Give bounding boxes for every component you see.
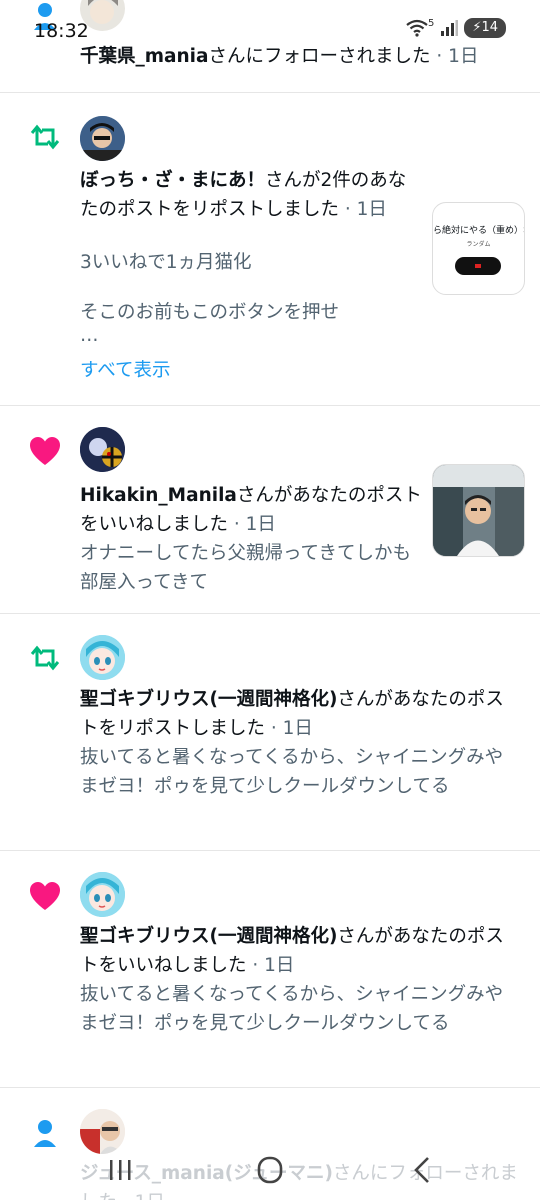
post-preview: 3いいねで1ヵ月猫化 そこのお前もこのボタンを押せ … (80, 248, 420, 345)
system-nav-bar (0, 1140, 540, 1200)
actor-name[interactable]: 聖ゴキブリウス(一週間神格化) (80, 926, 337, 947)
show-all-link[interactable]: すべて表示 (80, 356, 170, 382)
home-icon[interactable] (250, 1152, 290, 1188)
notification-text: 聖ゴキブリウス(一週間神格化)さんがあなたのポストをリポストしました · 1日 (80, 685, 520, 743)
notification-repost[interactable]: ぼっち・ざ・まにあ！さんが2件のあなたのポストをリポストしました · 1日 3い… (0, 92, 540, 406)
notification-text: 聖ゴキブリウス(一週間神格化)さんがあなたのポストをいいねしました · 1日 (80, 922, 520, 980)
thumb-title: ら絶対にやる（重め）ポ (433, 226, 524, 236)
status-bar: 18:32 5 ⚡14 (0, 0, 540, 44)
timestamp: · 1日 (339, 199, 387, 220)
signal-icon (441, 20, 459, 36)
notification-repost[interactable]: 聖ゴキブリウス(一週間神格化)さんがあなたのポストをリポストしました · 1日 … (0, 613, 540, 851)
system-icons: 5 ⚡14 (406, 18, 506, 38)
post-preview: 抜いてると暑くなってくるから、シャイニングみやまゼヨ！ポゥを見て少しクールダウン… (80, 984, 504, 1034)
post-thumbnail[interactable]: ら絶対にやる（重め）ポ ランダム (432, 202, 525, 295)
post-preview: 抜いてると暑くなってくるから、シャイニングみやまゼヨ！ポゥを見て少しクールダウン… (80, 747, 504, 797)
preview-line: 3いいねで1ヵ月猫化 (80, 252, 252, 273)
repost-icon (30, 645, 60, 671)
network-digit: 5 (427, 17, 435, 29)
repost-icon (30, 124, 60, 150)
preview-line: … (80, 325, 99, 346)
notification-like[interactable]: 聖ゴキブリウス(一週間神格化)さんがあなたのポストをいいねしました · 1日 抜… (0, 850, 540, 1088)
post-thumbnail[interactable] (432, 464, 525, 557)
preview-line: そこのお前もこのボタンを押せ (80, 302, 340, 323)
thumb-button (455, 257, 501, 275)
notification-text: ぼっち・ざ・まにあ！さんが2件のあなたのポストをリポストしました · 1日 (80, 166, 422, 224)
notification-text: Hikakin_Manilaさんがあなたのポストをいいねしました · 1日 (80, 481, 422, 539)
actor-name[interactable]: 千葉県_mania (80, 46, 209, 67)
battery-level: 14 (481, 20, 498, 35)
avatar[interactable] (80, 635, 125, 680)
notification-text: 千葉県_maniaさんにフォローされました · 1日 (80, 42, 520, 71)
battery-indicator: ⚡14 (464, 18, 506, 38)
actor-name[interactable]: ぼっち・ざ・まにあ！ (80, 170, 265, 191)
clock: 18:32 (34, 20, 89, 42)
avatar[interactable] (80, 872, 125, 917)
actor-name[interactable]: Hikakin_Manila (80, 485, 237, 506)
post-preview: オナニーしてたら父親帰ってきてしかも部屋入ってきて (80, 543, 411, 593)
back-icon[interactable] (402, 1152, 442, 1188)
heart-icon (30, 882, 60, 910)
heart-icon (30, 437, 60, 465)
notification-like[interactable]: Hikakin_Manilaさんがあなたのポストをいいねしました · 1日 オナ… (0, 405, 540, 614)
recent-apps-icon[interactable] (100, 1152, 140, 1188)
wifi-icon (406, 19, 428, 37)
thumb-subtitle: ランダム (466, 241, 491, 248)
timestamp: · 1日 (265, 718, 313, 739)
timestamp: · 1日 (430, 46, 479, 67)
avatar[interactable] (80, 427, 125, 472)
actor-name[interactable]: 聖ゴキブリウス(一週間神格化) (80, 689, 337, 710)
action-text: さんにフォローされました (208, 46, 431, 67)
timestamp: · 1日 (228, 514, 276, 535)
avatar[interactable] (80, 116, 125, 161)
timestamp: · 1日 (246, 955, 295, 976)
